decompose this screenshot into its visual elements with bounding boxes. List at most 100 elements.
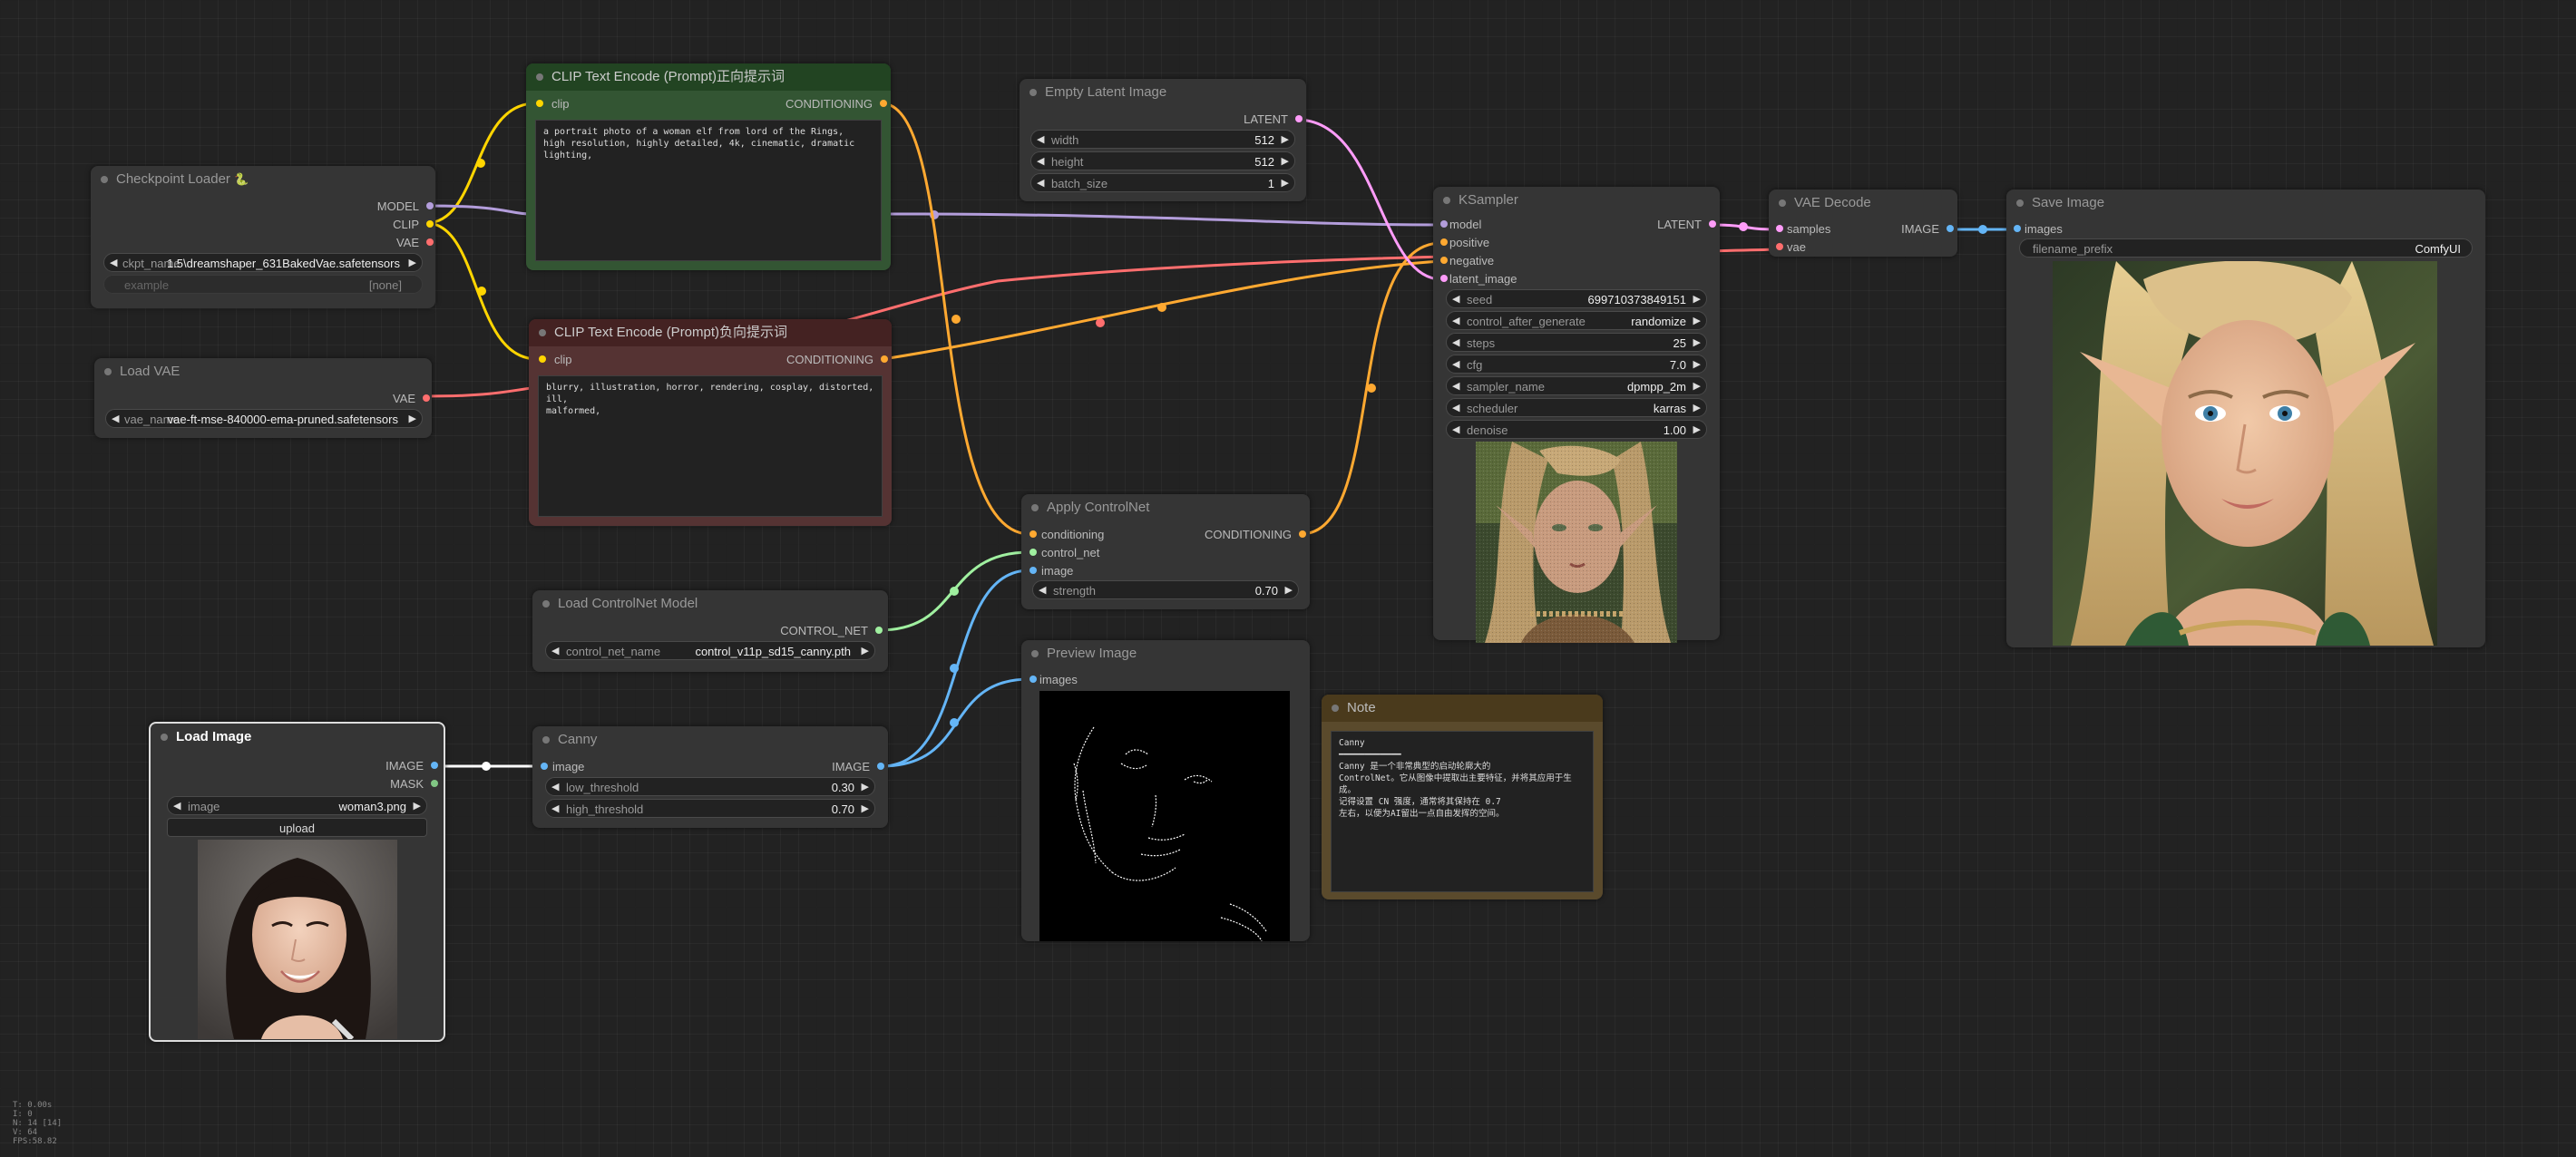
- clip-text-encode-negative-node[interactable]: CLIP Text Encode (Prompt)负向提示词 clip COND…: [529, 319, 892, 526]
- collapse-dot[interactable]: [1779, 199, 1786, 207]
- arrow-right-icon[interactable]: ▶: [1285, 581, 1293, 600]
- low-threshold-slider[interactable]: ◀ low_threshold 0.30 ▶: [545, 777, 875, 796]
- arrow-left-icon[interactable]: ◀: [1452, 334, 1459, 353]
- input-control-net[interactable]: control_net: [1029, 546, 1099, 559]
- apply-controlnet-node[interactable]: Apply ControlNet conditioning control_ne…: [1021, 494, 1310, 609]
- arrow-right-icon[interactable]: ▶: [1693, 334, 1701, 353]
- filename-prefix-field[interactable]: filename_prefix ComfyUI: [2019, 238, 2473, 258]
- collapse-dot[interactable]: [161, 734, 168, 741]
- input-images[interactable]: images: [1029, 673, 1078, 686]
- arrow-left-icon[interactable]: ◀: [551, 800, 559, 819]
- ckpt-name-combo[interactable]: ◀ ckpt_name 1.5\dreamshaper_631BakedVae.…: [103, 253, 423, 272]
- arrow-left-icon[interactable]: ◀: [1037, 174, 1044, 193]
- collapse-dot[interactable]: [2016, 199, 2024, 207]
- input-image[interactable]: image: [1029, 564, 1073, 578]
- batch-size-number-widget[interactable]: ◀ batch_size 1 ▶: [1030, 173, 1295, 192]
- output-conditioning[interactable]: CONDITIONING: [785, 97, 887, 111]
- arrow-left-icon[interactable]: ◀: [1452, 312, 1459, 331]
- clip-text-encode-positive-node[interactable]: CLIP Text Encode (Prompt)正向提示词 clip COND…: [526, 63, 891, 270]
- seed-widget[interactable]: ◀ seed 699710373849151 ▶: [1446, 289, 1707, 308]
- input-conditioning[interactable]: conditioning: [1029, 528, 1104, 541]
- output-conditioning[interactable]: CONDITIONING: [1205, 528, 1306, 541]
- arrow-left-icon[interactable]: ◀: [173, 797, 181, 816]
- node-title-bar[interactable]: CLIP Text Encode (Prompt)负向提示词: [529, 319, 892, 346]
- input-negative[interactable]: negative: [1440, 254, 1494, 267]
- input-vae[interactable]: vae: [1776, 240, 1806, 254]
- save-image-node[interactable]: Save Image images filename_prefix ComfyU…: [2006, 190, 2485, 647]
- node-title-bar[interactable]: Load VAE: [94, 358, 432, 385]
- collapse-dot[interactable]: [101, 176, 108, 183]
- collapse-dot[interactable]: [104, 368, 112, 375]
- output-vae[interactable]: VAE: [393, 392, 430, 405]
- arrow-left-icon[interactable]: ◀: [551, 642, 559, 661]
- vae-decode-node[interactable]: VAE Decode samples vae IMAGE: [1769, 190, 1957, 257]
- arrow-left-icon[interactable]: ◀: [1452, 399, 1459, 418]
- arrow-left-icon[interactable]: ◀: [1452, 290, 1459, 309]
- collapse-dot[interactable]: [539, 329, 546, 336]
- canny-node[interactable]: Canny image IMAGE ◀ low_threshold 0.30 ▶ ◀ h…: [532, 726, 888, 828]
- cfg-widget[interactable]: ◀ cfg 7.0 ▶: [1446, 355, 1707, 374]
- node-title-bar[interactable]: CLIP Text Encode (Prompt)正向提示词: [526, 63, 891, 91]
- arrow-left-icon[interactable]: ◀: [1037, 131, 1044, 150]
- note-node[interactable]: Note Canny ━━━━━━━━━━━━ Canny 是一个非常典型的启动…: [1322, 695, 1603, 899]
- height-number-widget[interactable]: ◀ height 512 ▶: [1030, 151, 1295, 170]
- node-title-bar[interactable]: VAE Decode: [1769, 190, 1957, 217]
- denoise-widget[interactable]: ◀ denoise 1.00 ▶: [1446, 420, 1707, 439]
- arrow-right-icon[interactable]: ▶: [414, 797, 421, 816]
- node-title-bar[interactable]: Load Image: [151, 724, 444, 751]
- node-title-bar[interactable]: Load ControlNet Model: [532, 590, 888, 617]
- arrow-right-icon[interactable]: ▶: [1282, 174, 1289, 193]
- image-combo[interactable]: ◀ image woman3.png ▶: [167, 796, 427, 815]
- collapse-dot[interactable]: [1332, 705, 1339, 712]
- arrow-right-icon[interactable]: ▶: [1282, 131, 1289, 150]
- collapse-dot[interactable]: [542, 600, 550, 608]
- arrow-left-icon[interactable]: ◀: [1037, 152, 1044, 171]
- vae-name-combo[interactable]: ◀ vae_name vae-ft-mse-840000-ema-pruned.…: [105, 409, 423, 428]
- collapse-dot[interactable]: [1443, 197, 1450, 204]
- upload-button[interactable]: upload: [167, 818, 427, 837]
- output-image[interactable]: IMAGE: [385, 759, 438, 773]
- input-clip[interactable]: clip: [536, 97, 570, 111]
- node-title-bar[interactable]: Checkpoint Loader 🐍: [91, 166, 435, 193]
- arrow-right-icon[interactable]: ▶: [409, 254, 416, 273]
- input-model[interactable]: model: [1440, 218, 1481, 231]
- output-clip[interactable]: CLIP: [393, 218, 434, 231]
- preview-image-node[interactable]: Preview Image images: [1021, 640, 1310, 941]
- node-title-bar[interactable]: Save Image: [2006, 190, 2485, 217]
- arrow-left-icon[interactable]: ◀: [1452, 355, 1459, 374]
- arrow-right-icon[interactable]: ▶: [862, 800, 869, 819]
- output-conditioning[interactable]: CONDITIONING: [786, 353, 888, 366]
- collapse-dot[interactable]: [542, 736, 550, 744]
- output-control-net[interactable]: CONTROL_NET: [780, 624, 883, 637]
- arrow-left-icon[interactable]: ◀: [551, 778, 559, 797]
- output-image[interactable]: IMAGE: [1901, 222, 1954, 236]
- arrow-right-icon[interactable]: ▶: [1693, 355, 1701, 374]
- arrow-right-icon[interactable]: ▶: [409, 410, 416, 429]
- load-controlnet-model-node[interactable]: Load ControlNet Model CONTROL_NET ◀ contr…: [532, 590, 888, 672]
- arrow-right-icon[interactable]: ▶: [1693, 290, 1701, 309]
- output-model[interactable]: MODEL: [377, 199, 434, 213]
- input-image[interactable]: image: [541, 760, 584, 773]
- output-vae[interactable]: VAE: [396, 236, 434, 249]
- arrow-right-icon[interactable]: ▶: [1693, 312, 1701, 331]
- arrow-left-icon[interactable]: ◀: [1452, 421, 1459, 440]
- collapse-dot[interactable]: [1031, 504, 1039, 511]
- node-title-bar[interactable]: Canny: [532, 726, 888, 754]
- sampler-name-combo[interactable]: ◀ sampler_name dpmpp_2m ▶: [1446, 376, 1707, 395]
- output-latent[interactable]: LATENT: [1657, 218, 1716, 231]
- empty-latent-image-node[interactable]: Empty Latent Image LATENT ◀ width 512 ▶ ◀ he…: [1020, 79, 1306, 201]
- control-after-generate-combo[interactable]: ◀ control_after_generate randomize ▶: [1446, 311, 1707, 330]
- output-image[interactable]: IMAGE: [832, 760, 884, 773]
- collapse-dot[interactable]: [536, 73, 543, 81]
- prompt-textarea[interactable]: blurry, illustration, horror, rendering,…: [538, 375, 883, 517]
- steps-widget[interactable]: ◀ steps 25 ▶: [1446, 333, 1707, 352]
- prompt-textarea[interactable]: a portrait photo of a woman elf from lor…: [535, 120, 882, 261]
- arrow-left-icon[interactable]: ◀: [1039, 581, 1046, 600]
- arrow-right-icon[interactable]: ▶: [1693, 377, 1701, 396]
- note-textarea[interactable]: Canny ━━━━━━━━━━━━ Canny 是一个非常典型的启动轮廓大的 …: [1331, 731, 1594, 892]
- node-title-bar[interactable]: Apply ControlNet: [1021, 494, 1310, 521]
- arrow-left-icon[interactable]: ◀: [1452, 377, 1459, 396]
- input-positive[interactable]: positive: [1440, 236, 1489, 249]
- input-clip[interactable]: clip: [539, 353, 572, 366]
- arrow-left-icon[interactable]: ◀: [110, 254, 117, 273]
